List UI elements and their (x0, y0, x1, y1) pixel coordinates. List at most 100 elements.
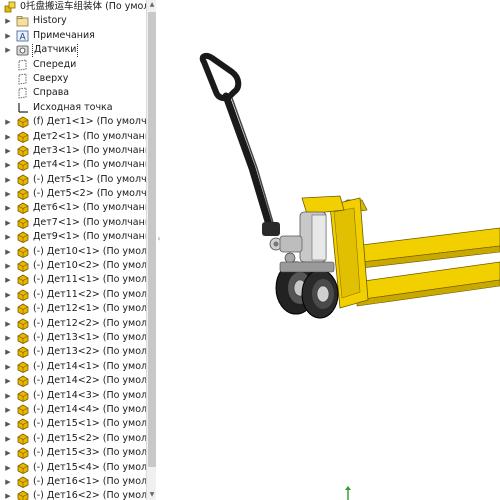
expand-arrow-icon[interactable]: ▶ (4, 187, 12, 201)
expand-arrow-icon[interactable]: ▶ (4, 144, 12, 158)
tree-item-label: Датчики (31, 43, 79, 58)
tree-item-component-0[interactable]: ▶ (f) Дет1<1> (По умолчанию< (0, 115, 146, 129)
part-icon (16, 116, 29, 129)
expand-arrow-icon[interactable]: ▶ (4, 230, 12, 244)
expand-arrow-icon[interactable]: ▶ (4, 115, 12, 129)
expand-arrow-icon[interactable]: ▶ (4, 461, 12, 475)
tree-item-component-25[interactable]: ▶ (-) Дет16<1> (По умолчанию (0, 475, 146, 489)
tree-item-component-14[interactable]: ▶ (-) Дет12<2> (По умолчанию (0, 317, 146, 331)
scroll-down-arrow-icon[interactable]: ▼ (147, 490, 156, 500)
expand-arrow-icon[interactable]: ▶ (4, 389, 12, 403)
tree-item-label: Дет3<1> (По умолчанию<<П (33, 144, 146, 156)
expand-arrow-icon[interactable]: ▶ (4, 489, 12, 500)
scroll-thumb[interactable] (148, 12, 156, 467)
tree-item-label: (-) Дет14<1> (По умолчанию (33, 360, 146, 372)
tree-item-component-8[interactable]: ▶ Дет9<1> (По умолчанию<<П (0, 230, 146, 244)
tree-item-label: (-) Дет13<2> (По умолчанию (33, 346, 146, 358)
tree-item-label: Дет6<1> (По умолчанию<<П (33, 202, 146, 214)
part-icon (16, 217, 29, 229)
tree-item-folder-0[interactable]: ▶ History (0, 14, 146, 28)
expand-arrow-icon[interactable]: ▶ (4, 259, 12, 273)
tree-item-component-3[interactable]: ▶ Дет4<1> (По умолчанию<<П (0, 158, 146, 172)
tree-item-component-11[interactable]: ▶ (-) Дет11<1> (По умолчанию (0, 273, 146, 287)
tree-scrollbar[interactable]: ▲ ▼ (146, 0, 156, 500)
part-icon (16, 476, 29, 488)
expand-arrow-icon[interactable]: ▶ (4, 216, 12, 230)
assembly-icon (4, 1, 17, 13)
expand-arrow-icon[interactable]: ▶ (4, 331, 12, 345)
expand-arrow-icon[interactable]: ▶ (4, 245, 12, 259)
graphics-viewport[interactable] (162, 0, 500, 500)
expand-arrow-icon[interactable]: ▶ (4, 273, 12, 287)
tree-item-component-13[interactable]: ▶ (-) Дет12<1> (По умолчанию (0, 302, 146, 316)
expand-arrow-icon[interactable]: ▶ (4, 158, 12, 172)
part-icon (16, 375, 29, 388)
part-icon (16, 462, 29, 474)
expand-arrow-icon[interactable]: ▶ (4, 288, 12, 302)
part-icon (16, 433, 29, 445)
tree-item-component-22[interactable]: ▶ (-) Дет15<2> (По умолчанию (0, 432, 146, 446)
expand-arrow-icon[interactable]: ▶ (4, 43, 12, 57)
tree-item-component-16[interactable]: ▶ (-) Дет13<2> (По умолчанию (0, 345, 146, 359)
tree-item-folder-2[interactable]: ▶ Датчики (0, 43, 146, 58)
part-icon (16, 390, 29, 402)
expand-arrow-icon[interactable]: ▶ (4, 173, 12, 187)
expand-arrow-icon[interactable]: ▶ (4, 432, 12, 446)
expand-arrow-icon[interactable]: ▶ (4, 317, 12, 331)
part-icon (16, 361, 29, 373)
tree-item-label: Дет4<1> (По умолчанию<<П (33, 159, 146, 171)
tree-item-component-18[interactable]: ▶ (-) Дет14<2> (По умолчанию (0, 374, 146, 388)
tree-item-label: Дет7<1> (По умолчанию<<П (33, 216, 146, 228)
tree-item-component-20[interactable]: ▶ (-) Дет14<4> (По умолчанию (0, 403, 146, 417)
tree-item-component-5[interactable]: ▶ (-) Дет5<2> (По умолчанию< (0, 187, 146, 201)
tree-item-label: (-) Дет10<2> (По умолчанию (33, 260, 146, 272)
expand-arrow-icon[interactable]: ▶ (4, 14, 12, 28)
expand-arrow-icon[interactable]: ▶ (4, 403, 12, 417)
part-icon (16, 159, 29, 172)
tree-item-plane-2[interactable]: Справа (0, 86, 146, 100)
tree-item-label: History (33, 15, 67, 27)
tree-item-component-17[interactable]: ▶ (-) Дет14<1> (По умолчанию (0, 360, 146, 374)
expand-arrow-icon[interactable]: ▶ (4, 417, 12, 431)
tree-item-component-19[interactable]: ▶ (-) Дет14<3> (По умолчанию (0, 389, 146, 403)
tree-item-component-23[interactable]: ▶ (-) Дет15<3> (По умолчанию (0, 446, 146, 460)
tree-item-label: Сверху (33, 72, 69, 84)
expand-arrow-icon[interactable]: ▶ (4, 201, 12, 215)
expand-arrow-icon[interactable]: ▶ (4, 475, 12, 489)
expand-arrow-icon[interactable]: ▶ (4, 302, 12, 316)
tree-item-component-21[interactable]: ▶ (-) Дет15<1> (По умолчанию (0, 417, 146, 431)
expand-arrow-icon[interactable]: ▶ (4, 345, 12, 359)
tree-item-component-26[interactable]: ▶ (-) Дет16<2> (По умолчанию (0, 489, 146, 500)
tree-root-assembly[interactable]: 0托盘搬运车组装体 (По умолчанию (0, 0, 146, 14)
tree-item-component-10[interactable]: ▶ (-) Дет10<2> (По умолчанию (0, 259, 146, 273)
expand-arrow-icon[interactable]: ▶ (4, 29, 12, 43)
tree-item-component-2[interactable]: ▶ Дет3<1> (По умолчанию<<П (0, 144, 146, 158)
scroll-up-arrow-icon[interactable]: ▲ (147, 0, 156, 10)
part-icon (16, 202, 29, 215)
tree-item-plane-0[interactable]: Спереди (0, 58, 146, 72)
tree-item-component-9[interactable]: ▶ (-) Дет10<1> (По умолчанию (0, 245, 146, 259)
tree-item-component-4[interactable]: ▶ (-) Дет5<1> (По умолчанию< (0, 173, 146, 187)
tree-item-component-1[interactable]: ▶ Дет2<1> (По умолчанию<<П (0, 130, 146, 144)
pallet-truck-model (199, 52, 500, 319)
annotations-icon: A (16, 30, 29, 42)
tree-item-origin[interactable]: Исходная точка (0, 101, 146, 115)
tree-item-component-24[interactable]: ▶ (-) Дет15<4> (По умолчанию (0, 461, 146, 475)
expand-arrow-icon[interactable]: ▶ (4, 130, 12, 144)
tree-item-component-12[interactable]: ▶ (-) Дет11<2> (По умолчанию (0, 288, 146, 302)
tree-item-component-7[interactable]: ▶ Дет7<1> (По умолчанию<<П (0, 216, 146, 230)
history-folder-icon (16, 15, 29, 27)
tree-item-component-6[interactable]: ▶ Дет6<1> (По умолчанию<<П (0, 201, 146, 215)
origin-icon (16, 102, 29, 114)
tree-item-folder-1[interactable]: ▶ A Примечания (0, 29, 146, 43)
expand-arrow-icon[interactable]: ▶ (4, 360, 12, 374)
expand-arrow-icon[interactable]: ▶ (4, 446, 12, 460)
part-icon (16, 274, 29, 287)
tree-item-component-15[interactable]: ▶ (-) Дет13<1> (По умолчанию (0, 331, 146, 345)
part-icon (16, 490, 29, 500)
tree-item-plane-1[interactable]: Сверху (0, 72, 146, 86)
tree-item-label: (-) Дет13<1> (По умолчанию (33, 331, 146, 343)
tree-item-label: (-) Дет14<3> (По умолчанию (33, 389, 146, 401)
expand-arrow-icon[interactable]: ▶ (4, 374, 12, 388)
tree-item-label: (-) Дет16<1> (По умолчанию (33, 475, 146, 487)
